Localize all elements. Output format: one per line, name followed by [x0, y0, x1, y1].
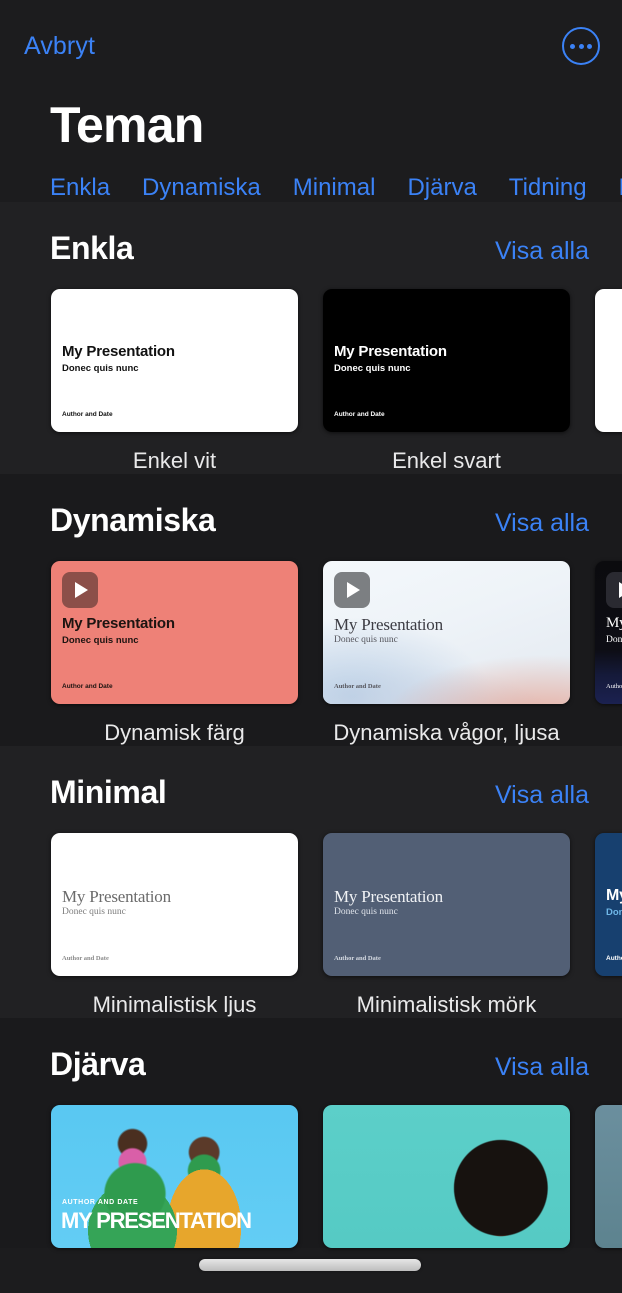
theme-thumbnail[interactable]: My Presentation Donec quis nunc Author a…: [595, 561, 622, 704]
play-icon: [606, 572, 622, 608]
section-header-dynamiska: Dynamiska Visa alla: [0, 474, 622, 539]
theme-name: Minimalistisk ljus: [92, 992, 257, 1017]
tab-portfolio[interactable]: Po: [619, 174, 622, 202]
dot-3: [587, 43, 592, 49]
theme-thumbnail[interactable]: AUTHOR AND DATE MY PRESENTATION: [51, 1105, 298, 1248]
theme-card-dynamisk-farg[interactable]: My Presentation Donec quis nunc Author a…: [51, 561, 298, 746]
slide-author: Author and Date: [334, 683, 381, 690]
slide-title: My Presentation: [606, 615, 622, 631]
tab-tidning[interactable]: Tidning: [509, 174, 587, 202]
slide-title: My Presentation: [62, 343, 175, 360]
slide-author: Author and Date: [62, 683, 113, 690]
theme-card-bold-2[interactable]: [323, 1105, 570, 1248]
section-enkla: Enkla Visa alla My Presentation Donec qu…: [0, 202, 622, 474]
theme-thumbnail[interactable]: [595, 1105, 622, 1248]
theme-thumbnail[interactable]: My Presentation Donec quis nunc Author a…: [51, 833, 298, 976]
theme-card-enkel-vit[interactable]: My Presentation Donec quis nunc Author a…: [51, 289, 298, 474]
dot-1: [570, 43, 575, 49]
slide-subtitle: Donec quis nunc: [334, 635, 398, 645]
section-header-djarva: Djärva Visa alla: [0, 1018, 622, 1083]
slide-title: My Presentation: [606, 887, 622, 904]
section-djarva: Djärva Visa alla AUTHOR AND DATE MY PRES…: [0, 1018, 622, 1248]
theme-card-minimalistisk-mork[interactable]: My Presentation Donec quis nunc Author a…: [323, 833, 570, 1018]
slide-title: My Presentation: [334, 343, 447, 360]
page-title: Teman: [50, 97, 204, 153]
slide-title: My Presentation: [334, 615, 443, 634]
theme-row-dynamiska[interactable]: My Presentation Donec quis nunc Author a…: [0, 539, 622, 746]
cancel-button[interactable]: Avbryt: [24, 32, 95, 61]
slide-subtitle: Donec quis nunc: [334, 907, 398, 917]
theme-row-minimal[interactable]: My Presentation Donec quis nunc Author a…: [0, 811, 622, 1018]
slide-title: My Presentation: [62, 615, 175, 632]
theme-row-djarva[interactable]: AUTHOR AND DATE MY PRESENTATION: [0, 1083, 622, 1248]
theme-card-enkel-svart[interactable]: My Presentation Donec quis nunc Author a…: [323, 289, 570, 474]
theme-thumbnail[interactable]: My Presentation Donec quis nunc Author a…: [51, 289, 298, 432]
category-tab-bar[interactable]: Enkla Dynamiska Minimal Djärva Tidning P…: [0, 150, 622, 202]
tab-djarva[interactable]: Djärva: [407, 174, 476, 202]
see-all-link-dynamiska[interactable]: Visa alla: [495, 509, 589, 538]
slide-subtitle: Donec quis nunc: [334, 363, 411, 374]
slide-author: Author and Date: [334, 955, 381, 962]
slide-title: MY PRESENTATION: [61, 1208, 252, 1233]
theme-thumbnail[interactable]: My Presentation Donec quis nunc Author a…: [51, 561, 298, 704]
theme-card-bold-1[interactable]: AUTHOR AND DATE MY PRESENTATION: [51, 1105, 298, 1248]
theme-name: Enkel vit: [132, 448, 217, 473]
theme-thumbnail[interactable]: My Presentation Donec quis nunc Author a…: [323, 561, 570, 704]
top-bar: Avbryt: [0, 0, 622, 92]
section-title: Minimal: [50, 774, 167, 810]
slide-author: Author and Date: [62, 955, 109, 962]
section-header-minimal: Minimal Visa alla: [0, 746, 622, 811]
horizontal-scroll-indicator[interactable]: [199, 1259, 421, 1271]
theme-thumbnail[interactable]: My Presentation Donec quis nunc Author a…: [595, 833, 622, 976]
theme-thumbnail[interactable]: [595, 289, 622, 432]
slide-subtitle: Donec quis nunc: [606, 907, 622, 918]
tab-minimal[interactable]: Minimal: [293, 174, 376, 202]
dot-2: [578, 43, 584, 49]
theme-card-partial[interactable]: [595, 289, 622, 474]
slide-subtitle: Donec quis nunc: [606, 635, 622, 645]
theme-card-minimalistisk-ljus[interactable]: My Presentation Donec quis nunc Author a…: [51, 833, 298, 1018]
slide-title: My Presentation: [334, 887, 443, 906]
theme-name: Minimalistisk mörk: [356, 992, 537, 1017]
play-icon: [62, 572, 98, 608]
see-all-link-enkla[interactable]: Visa alla: [495, 237, 589, 266]
section-minimal: Minimal Visa alla My Presentation Donec …: [0, 746, 622, 1018]
theme-name: Enkel svart: [392, 448, 501, 473]
section-header-enkla: Enkla Visa alla: [0, 202, 622, 267]
tab-enkla[interactable]: Enkla: [50, 174, 110, 202]
theme-name: Dynamisk färg: [104, 720, 245, 745]
slide-subtitle: Donec quis nunc: [62, 635, 139, 646]
tab-dynamiska[interactable]: Dynamiska: [142, 174, 261, 202]
slide-author: Author and Date: [62, 411, 113, 418]
slide-author: Author and Date: [606, 955, 622, 962]
slide-author: Author and Date: [606, 683, 622, 690]
slide-subtitle: Donec quis nunc: [62, 363, 139, 374]
play-icon: [334, 572, 370, 608]
theme-thumbnail[interactable]: [323, 1105, 570, 1248]
theme-card-dynamiska-vagor-ljusa[interactable]: My Presentation Donec quis nunc Author a…: [323, 561, 570, 746]
theme-thumbnail[interactable]: My Presentation Donec quis nunc Author a…: [323, 289, 570, 432]
theme-chooser-screen: Avbryt Teman Enkla Dynamiska Minimal Djä…: [0, 0, 622, 1293]
section-title: Djärva: [50, 1046, 146, 1082]
slide-title: My Presentation: [62, 887, 171, 906]
theme-name: Dynamiska vågor, ljusa: [333, 720, 560, 745]
see-all-link-djarva[interactable]: Visa alla: [495, 1053, 589, 1082]
section-title: Enkla: [50, 230, 134, 266]
slide-author: Author and Date: [334, 411, 385, 418]
section-dynamiska: Dynamiska Visa alla My Presentation Done…: [0, 474, 622, 746]
section-title: Dynamiska: [50, 502, 216, 538]
slide-author: AUTHOR AND DATE: [62, 1199, 139, 1206]
theme-card-partial[interactable]: [595, 1105, 622, 1248]
see-all-link-minimal[interactable]: Visa alla: [495, 781, 589, 810]
slide-subtitle: Donec quis nunc: [62, 907, 126, 917]
theme-card-partial[interactable]: My Presentation Donec quis nunc Author a…: [595, 833, 622, 1018]
theme-card-partial[interactable]: My Presentation Donec quis nunc Author a…: [595, 561, 622, 746]
ellipsis-circle-icon[interactable]: [562, 27, 600, 65]
theme-row-enkla[interactable]: My Presentation Donec quis nunc Author a…: [0, 267, 622, 474]
theme-thumbnail[interactable]: My Presentation Donec quis nunc Author a…: [323, 833, 570, 976]
